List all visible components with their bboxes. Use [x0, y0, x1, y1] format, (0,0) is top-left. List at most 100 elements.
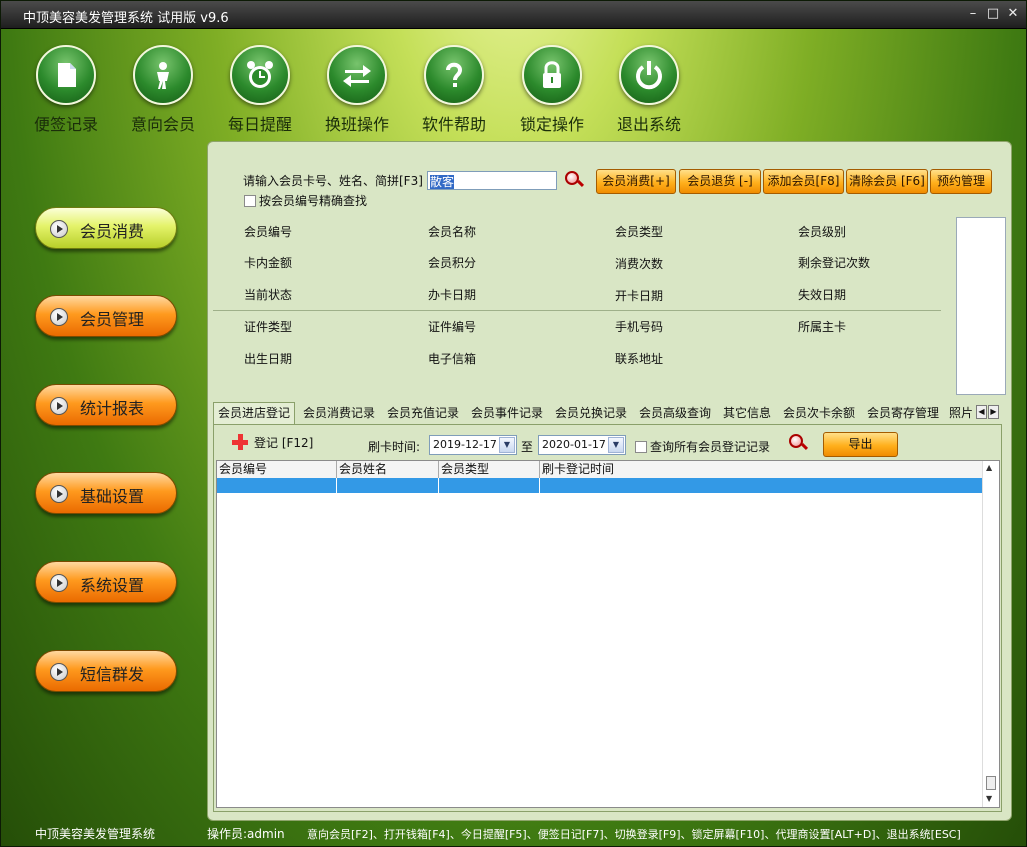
scroll-up-icon[interactable]: ▲ [986, 463, 992, 472]
window-title: 中顶美容美发管理系统 试用版 v9.6 [23, 11, 229, 26]
sidebar-reports-button[interactable]: 统计报表 [35, 384, 177, 426]
search-icon[interactable] [789, 434, 809, 454]
field-label: 剩余登记次数 [798, 256, 871, 270]
toolbar-label: 软件帮助 [421, 115, 486, 134]
sidebar-member-consume-button[interactable]: 会员消费 [35, 207, 177, 249]
sidebar-label: 统计报表 [80, 399, 145, 418]
chevron-down-icon[interactable]: ▼ [608, 437, 624, 453]
question-icon [424, 45, 484, 105]
column-header[interactable]: 会员编号 [217, 461, 337, 478]
tab-scroll-right-icon[interactable]: ▶ [988, 405, 999, 419]
column-header[interactable]: 会员类型 [439, 461, 540, 478]
exact-search-label: 按会员编号精确查找 [259, 194, 368, 208]
clear-member-button[interactable]: 清除会员 [F6] [846, 169, 928, 194]
title-bar: 中顶美容美发管理系统 试用版 v9.6 – □ ✕ [1, 1, 1026, 29]
table-cell [337, 478, 439, 493]
checkbox-box[interactable] [244, 195, 256, 207]
person-icon [133, 45, 193, 105]
toolbar-exit-button[interactable]: 退出系统 [604, 45, 694, 135]
record-tabs: 会员进店登记 会员消费记录 会员充值记录 会员事件记录 会员兑换记录 会员高级查… [213, 402, 1003, 425]
toolbar-label: 意向会员 [130, 115, 195, 134]
register-label: 登记 [F12] [254, 436, 314, 450]
add-member-button[interactable]: 添加会员[F8] [763, 169, 844, 194]
field-label: 手机号码 [615, 320, 664, 334]
table-header: 会员编号 会员姓名 会员类型 刷卡登记时间 [217, 461, 983, 478]
register-button[interactable]: 登记 [F12] [232, 434, 313, 451]
exact-search-checkbox[interactable]: 按会员编号精确查找 [244, 192, 367, 209]
sidebar-label: 会员管理 [80, 310, 145, 329]
checkbox-box[interactable] [635, 441, 647, 453]
sidebar-system-settings-button[interactable]: 系统设置 [35, 561, 177, 603]
table-row[interactable] [217, 478, 983, 493]
lock-icon [522, 45, 582, 105]
field-label: 所属主卡 [798, 320, 847, 334]
sidebar-basic-settings-button[interactable]: 基础设置 [35, 472, 177, 514]
toolbar-label: 换班操作 [324, 115, 389, 134]
play-icon [50, 574, 68, 592]
field-label: 会员级别 [798, 225, 847, 239]
sidebar-label: 基础设置 [80, 487, 145, 506]
tab-exchange-records[interactable]: 会员兑换记录 [551, 403, 631, 424]
table-cell [439, 478, 540, 493]
play-icon [50, 308, 68, 326]
column-header[interactable]: 会员姓名 [337, 461, 439, 478]
tab-card-balance[interactable]: 会员次卡余额 [779, 403, 859, 424]
status-bar: 中顶美容美发管理系统 操作员:admin 意向会员[F2]、打开钱箱[F4]、今… [1, 821, 1026, 847]
field-label: 会员编号 [244, 225, 293, 239]
member-return-button[interactable]: 会员退货 [-] [679, 169, 761, 194]
toolbar-shift-button[interactable]: 换班操作 [312, 45, 402, 135]
tab-other-info[interactable]: 其它信息 [719, 403, 775, 424]
vertical-scrollbar[interactable]: ▲ ▼ [982, 461, 999, 807]
status-app-name: 中顶美容美发管理系统 [35, 827, 156, 841]
tab-consume-records[interactable]: 会员消费记录 [299, 403, 379, 424]
date-from-value: 2019-12-17 [433, 438, 497, 451]
toolbar-intent-member-button[interactable]: 意向会员 [118, 45, 208, 135]
toolbar-label: 便签记录 [33, 115, 98, 134]
search-icon[interactable] [565, 171, 585, 191]
field-label: 会员类型 [615, 225, 664, 239]
sidebar-sms-button[interactable]: 短信群发 [35, 650, 177, 692]
sidebar-label: 系统设置 [80, 576, 145, 595]
sidebar-label: 会员消费 [80, 222, 145, 241]
power-icon [619, 45, 679, 105]
toolbar-daily-reminder-button[interactable]: 每日提醒 [215, 45, 305, 135]
tab-advanced-query[interactable]: 会员高级查询 [635, 403, 715, 424]
tab-storage[interactable]: 会员寄存管理 [863, 403, 943, 424]
field-label: 失效日期 [798, 288, 847, 302]
play-icon [50, 663, 68, 681]
search-input[interactable]: 散客 [427, 171, 557, 190]
member-consume-button[interactable]: 会员消费[+] [596, 169, 676, 194]
tab-scroll-left-icon[interactable]: ◀ [976, 405, 987, 419]
toolbar-label: 锁定操作 [519, 115, 584, 134]
toolbar-lock-button[interactable]: 锁定操作 [507, 45, 597, 135]
chevron-down-icon[interactable]: ▼ [499, 437, 515, 453]
search-value: 散客 [430, 175, 455, 189]
close-button[interactable]: ✕ [1003, 5, 1023, 23]
toolbar-note-button[interactable]: 便签记录 [21, 45, 111, 135]
sidebar-label: 短信群发 [80, 665, 145, 684]
toolbar-label: 退出系统 [616, 115, 681, 134]
query-all-checkbox[interactable]: 查询所有会员登记记录 [635, 438, 770, 455]
tab-event-records[interactable]: 会员事件记录 [467, 403, 547, 424]
scroll-thumb[interactable] [986, 776, 996, 790]
checkin-table: 会员编号 会员姓名 会员类型 刷卡登记时间 ▲ ▼ [216, 460, 1000, 808]
sidebar-member-manage-button[interactable]: 会员管理 [35, 295, 177, 337]
table-cell [217, 478, 337, 493]
appointment-button[interactable]: 预约管理 [930, 169, 992, 194]
swipe-time-label: 刷卡时间: [368, 440, 421, 454]
column-header[interactable]: 刷卡登记时间 [540, 461, 983, 478]
date-to-picker[interactable]: 2020-01-17 ▼ [538, 435, 626, 455]
table-cell [540, 478, 983, 493]
swap-arrows-icon [327, 45, 387, 105]
export-button[interactable]: 导出 [823, 432, 898, 457]
toolbar-help-button[interactable]: 软件帮助 [409, 45, 499, 135]
maximize-button[interactable]: □ [983, 5, 1003, 23]
tab-photo[interactable]: 照片 [947, 403, 975, 424]
minimize-button[interactable]: – [963, 5, 983, 23]
tab-recharge-records[interactable]: 会员充值记录 [383, 403, 463, 424]
field-label: 消费次数 [615, 257, 664, 271]
tab-checkin[interactable]: 会员进店登记 [213, 402, 296, 425]
scroll-down-icon[interactable]: ▼ [986, 794, 992, 803]
date-from-picker[interactable]: 2019-12-17 ▼ [429, 435, 517, 455]
play-icon [50, 397, 68, 415]
